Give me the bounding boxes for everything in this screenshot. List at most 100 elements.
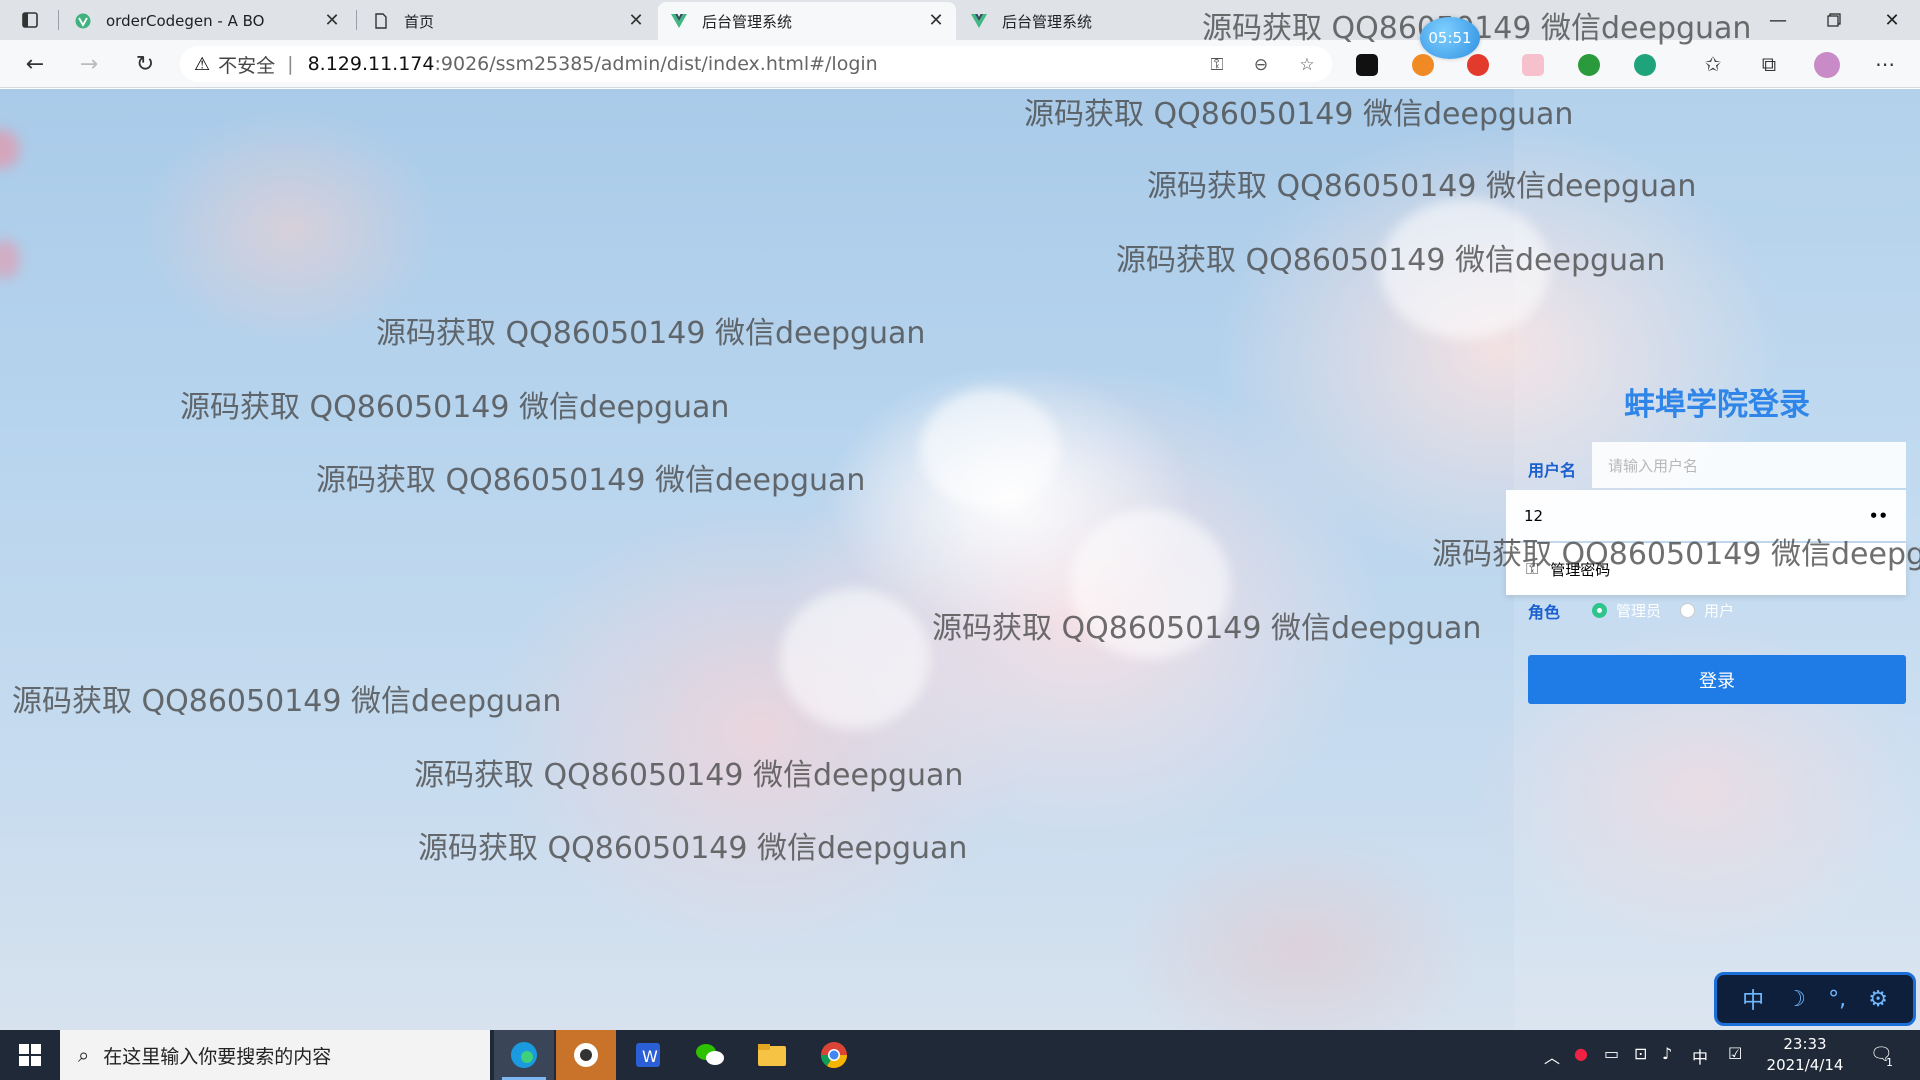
extension-icon[interactable] <box>1356 54 1378 76</box>
watermark-text: 源码获取 QQ86050149 微信deepguan <box>1024 97 1574 132</box>
taskbar-clock[interactable]: 23:33 2021/4/14 <box>1760 1034 1850 1076</box>
notification-count: 1 <box>1886 1056 1893 1069</box>
watermark-text: 源码获取 QQ86050149 微信deepguan <box>418 831 968 866</box>
login-page: 蚌埠学院登录 用户名 请输入用户名 12 •• ⚿ 管理密码 角色 管理员 用户… <box>0 89 1920 1030</box>
recording-timer: 05:51 <box>1420 17 1480 59</box>
word-app-icon[interactable]: W <box>618 1030 678 1080</box>
windows-start-icon[interactable] <box>10 1040 50 1070</box>
clock-date: 2021/4/14 <box>1766 1056 1844 1074</box>
back-arrow-icon[interactable]: ← <box>18 48 52 80</box>
extension-icon[interactable] <box>1412 54 1434 76</box>
forward-arrow-icon[interactable]: → <box>72 48 106 80</box>
password-value: 12 <box>1524 506 1544 525</box>
input-language-indicator[interactable]: 中 <box>1692 1044 1708 1068</box>
petal-decoration <box>0 129 20 169</box>
ime-toolbar: 中 ☽ °, ⚙ <box>1714 972 1916 1026</box>
tab-admin-active[interactable]: 后台管理系统 ✕ <box>658 2 956 40</box>
punctuation-icon[interactable]: °, <box>1828 987 1846 1012</box>
favorite-add-icon[interactable]: ☆ <box>1296 54 1318 76</box>
favorites-icon[interactable]: ✩ <box>1696 48 1730 80</box>
wechat-app-icon[interactable] <box>680 1030 740 1080</box>
clock-time: 23:33 <box>1783 1035 1827 1053</box>
extension-icon[interactable] <box>1634 54 1656 76</box>
login-button[interactable]: 登录 <box>1528 655 1906 704</box>
key-icon[interactable]: ⚿ <box>1206 54 1228 76</box>
search-icon: ⌕ <box>78 1043 90 1067</box>
tab-title: 首页 <box>404 12 435 31</box>
ime-mode-toggle[interactable]: 中 <box>1742 983 1764 1015</box>
profile-avatar[interactable] <box>1814 52 1840 78</box>
blossom-decoration <box>920 389 1060 509</box>
taskbar-search-placeholder: 在这里输入你要搜索的内容 <box>103 1045 332 1068</box>
tab-separator <box>356 10 357 30</box>
url-host: 8.129.11.174 <box>307 53 435 75</box>
extension-icon[interactable] <box>1467 54 1489 76</box>
collections-icon[interactable]: ⧉ <box>1752 48 1786 80</box>
username-input[interactable]: 请输入用户名 <box>1592 442 1906 488</box>
address-bar[interactable]: ⚠ 不安全 | 8.129.11.174:9026/ssm25385/admin… <box>180 46 1332 82</box>
tab-home[interactable]: 首页 ✕ <box>360 2 656 40</box>
role-admin-label: 管理员 <box>1616 602 1662 620</box>
tab-title: orderCodegen - A BO <box>106 12 265 30</box>
tab-title: 后台管理系统 <box>1002 12 1093 31</box>
watermark-text: 源码获取 QQ86050149 微信deepguan <box>1432 537 1920 572</box>
gear-icon[interactable]: ⚙ <box>1868 987 1888 1012</box>
role-label: 角色 <box>1528 603 1561 622</box>
vue-logo-icon <box>970 12 988 30</box>
battery-icon[interactable]: ▭ <box>1604 1044 1619 1063</box>
tray-app-icon[interactable]: ● <box>1574 1044 1588 1063</box>
login-title: 蚌埠学院登录 <box>1624 387 1810 423</box>
blossom-decoration <box>780 589 930 729</box>
watermark-text: 源码获取 QQ86050149 微信deepguan <box>180 390 730 425</box>
chrome-app-icon[interactable] <box>804 1030 864 1080</box>
petal-decoration <box>0 239 20 279</box>
vue-logo-icon <box>670 12 688 30</box>
browser-toolbar: ← → ↻ ⚠ 不安全 | 8.129.11.174:9026/ssm25385… <box>0 40 1920 88</box>
vue-icon <box>74 12 92 30</box>
tab-ordercodegen[interactable]: orderCodegen - A BO ✕ <box>62 2 352 40</box>
page-icon <box>372 12 390 30</box>
watermark-text: 源码获取 QQ86050149 微信deepguan <box>932 611 1482 646</box>
username-label: 用户名 <box>1528 461 1577 480</box>
watermark-text: 源码获取 QQ86050149 微信deepguan <box>414 758 964 793</box>
role-user-radio[interactable] <box>1680 603 1695 618</box>
checkbox-icon[interactable]: ☑ <box>1728 1044 1742 1063</box>
watermark-text: 源码获取 QQ86050149 微信deepguan <box>376 316 926 351</box>
tab-separator <box>58 10 59 30</box>
watermark-text: 源码获取 QQ86050149 微信deepguan <box>316 463 866 498</box>
url-path: :9026/ssm25385/admin/dist/index.html#/lo… <box>434 53 878 75</box>
windows-taskbar: ⌕ 在这里输入你要搜索的内容 W ︿ ● ▭ ⊡ ♪ 中 ☑ 23:33 202… <box>0 1030 1920 1080</box>
zoom-out-icon[interactable]: ⊖ <box>1250 54 1272 76</box>
role-user-label: 用户 <box>1704 602 1735 620</box>
security-label: 不安全 <box>218 54 276 77</box>
file-explorer-icon[interactable] <box>742 1030 802 1080</box>
moon-icon[interactable]: ☽ <box>1786 987 1806 1012</box>
volume-icon[interactable]: ♪ <box>1662 1044 1672 1063</box>
close-icon[interactable]: ✕ <box>926 11 946 31</box>
svg-text:W: W <box>642 1047 658 1066</box>
watermark-text: 源码获取 QQ86050149 微信deepguan <box>1116 243 1666 278</box>
extension-icon[interactable] <box>1578 54 1600 76</box>
tray-expand-icon[interactable]: ︿ <box>1544 1044 1560 1068</box>
watermark-text: 源码获取 QQ86050149 微信deepguan <box>12 684 562 719</box>
network-icon[interactable]: ⊡ <box>1634 1044 1647 1063</box>
url-divider: | <box>287 53 294 75</box>
close-icon[interactable]: ✕ <box>322 11 342 31</box>
reload-icon[interactable]: ↻ <box>128 48 162 80</box>
more-menu-icon[interactable]: ⋯ <box>1868 48 1902 80</box>
tab-actions-icon[interactable] <box>12 8 48 32</box>
minimize-icon[interactable]: — <box>1750 0 1806 40</box>
username-placeholder: 请输入用户名 <box>1608 456 1699 475</box>
restore-icon[interactable] <box>1806 0 1862 40</box>
warning-icon: ⚠ <box>194 53 211 75</box>
watermark-text: 源码获取 QQ86050149 微信deepguan <box>1147 169 1697 204</box>
window-close-icon[interactable]: ✕ <box>1864 0 1920 40</box>
password-toggle-icon[interactable]: •• <box>1869 507 1888 525</box>
role-admin-radio[interactable] <box>1592 603 1607 618</box>
taskbar-search-input[interactable]: ⌕ 在这里输入你要搜索的内容 <box>60 1030 490 1080</box>
tab-title: 后台管理系统 <box>702 12 793 31</box>
edge-app-icon[interactable] <box>494 1030 554 1080</box>
app-icon[interactable] <box>556 1030 616 1080</box>
close-icon[interactable]: ✕ <box>626 11 646 31</box>
extension-icon[interactable] <box>1522 54 1544 76</box>
